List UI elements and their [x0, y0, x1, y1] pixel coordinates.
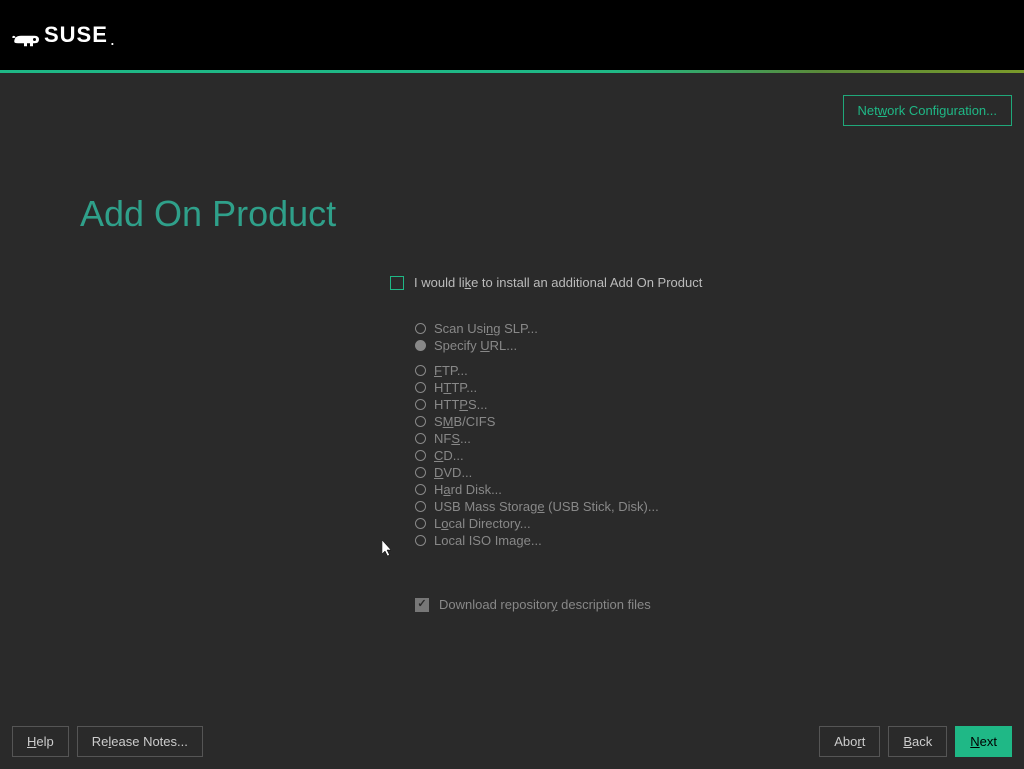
help-button[interactable]: Help [12, 726, 69, 757]
page-title: Add On Product [80, 193, 944, 235]
radio-https-label: HTTPS... [434, 397, 487, 412]
radio-localdir-input[interactable] [415, 518, 426, 529]
radio-cd[interactable]: CD... [415, 447, 1024, 464]
suse-logo: SUSE . [12, 22, 115, 48]
radio-smb-input[interactable] [415, 416, 426, 427]
radio-url-input[interactable] [415, 340, 426, 351]
radio-slp[interactable]: Scan Using SLP... [415, 320, 1024, 337]
radio-dvd-label: DVD... [434, 465, 472, 480]
accent-bar [0, 70, 1024, 73]
radio-nfs[interactable]: NFS... [415, 430, 1024, 447]
abort-button[interactable]: Abort [819, 726, 880, 757]
addon-install-checkbox[interactable] [390, 276, 404, 290]
logo-text: SUSE [44, 22, 108, 48]
source-radio-list: Scan Using SLP... Specify URL... FTP... HTT… [415, 320, 1024, 549]
radio-smb-label: SMB/CIFS [434, 414, 495, 429]
radio-http[interactable]: HTTP... [415, 379, 1024, 396]
radio-https[interactable]: HTTPS... [415, 396, 1024, 413]
download-repo-checkbox-row[interactable]: Download repository description files [415, 597, 1024, 612]
footer: Help Release Notes... Abort Back Next [12, 726, 1012, 757]
radio-smb[interactable]: SMB/CIFS [415, 413, 1024, 430]
radio-localdir-label: Local Directory... [434, 516, 531, 531]
radio-slp-label: Scan Using SLP... [434, 321, 538, 336]
radio-url[interactable]: Specify URL... [415, 337, 1024, 354]
radio-localiso[interactable]: Local ISO Image... [415, 532, 1024, 549]
radio-usb-label: USB Mass Storage (USB Stick, Disk)... [434, 499, 659, 514]
addon-install-checkbox-row[interactable]: I would like to install an additional Ad… [390, 275, 1024, 290]
download-repo-checkbox[interactable] [415, 598, 429, 612]
back-button[interactable]: Back [888, 726, 947, 757]
chameleon-icon [12, 28, 42, 48]
radio-harddisk[interactable]: Hard Disk... [415, 481, 1024, 498]
addon-install-label: I would like to install an additional Ad… [414, 275, 702, 290]
radio-https-input[interactable] [415, 399, 426, 410]
network-configuration-button[interactable]: Network Configuration... [843, 95, 1012, 126]
next-button[interactable]: Next [955, 726, 1012, 757]
radio-ftp[interactable]: FTP... [415, 362, 1024, 379]
radio-usb-input[interactable] [415, 501, 426, 512]
radio-http-input[interactable] [415, 382, 426, 393]
radio-ftp-input[interactable] [415, 365, 426, 376]
radio-harddisk-label: Hard Disk... [434, 482, 502, 497]
radio-harddisk-input[interactable] [415, 484, 426, 495]
radio-url-label: Specify URL... [434, 338, 517, 353]
radio-ftp-label: FTP... [434, 363, 468, 378]
radio-localiso-label: Local ISO Image... [434, 533, 542, 548]
radio-cd-input[interactable] [415, 450, 426, 461]
radio-dvd-input[interactable] [415, 467, 426, 478]
header: SUSE . [0, 0, 1024, 70]
radio-localdir[interactable]: Local Directory... [415, 515, 1024, 532]
radio-nfs-input[interactable] [415, 433, 426, 444]
radio-slp-input[interactable] [415, 323, 426, 334]
radio-localiso-input[interactable] [415, 535, 426, 546]
release-notes-button[interactable]: Release Notes... [77, 726, 203, 757]
radio-http-label: HTTP... [434, 380, 477, 395]
radio-nfs-label: NFS... [434, 431, 471, 446]
radio-dvd[interactable]: DVD... [415, 464, 1024, 481]
download-repo-label: Download repository description files [439, 597, 651, 612]
radio-usb[interactable]: USB Mass Storage (USB Stick, Disk)... [415, 498, 1024, 515]
radio-cd-label: CD... [434, 448, 464, 463]
